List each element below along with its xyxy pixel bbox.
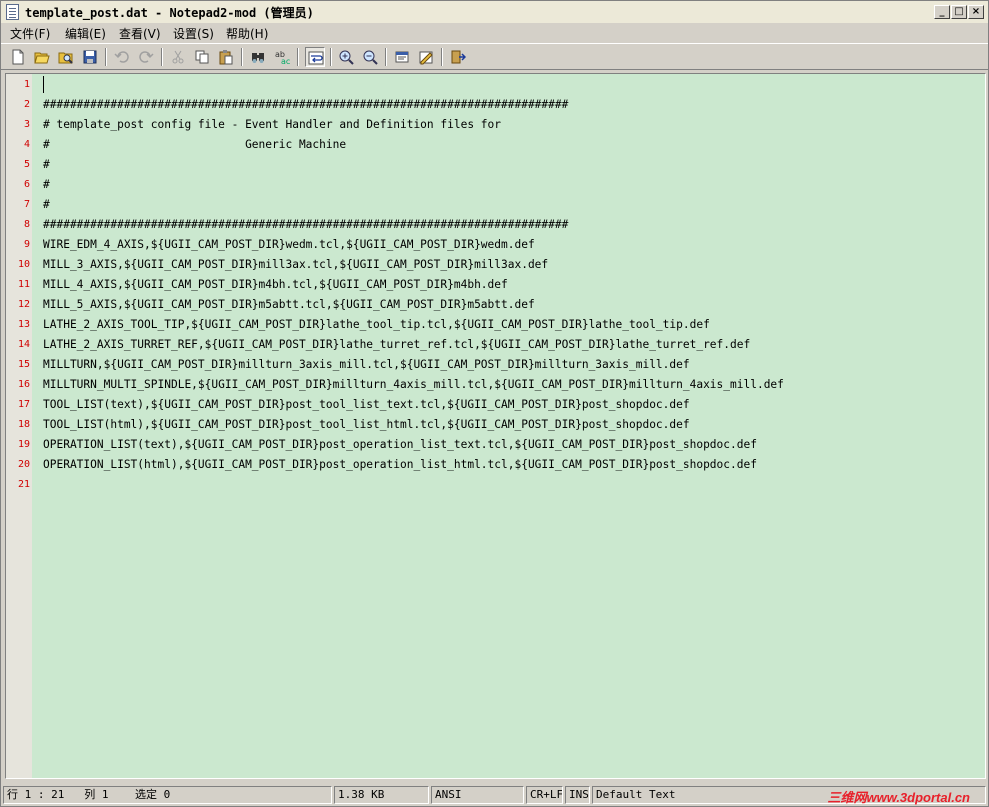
code-line[interactable]: MILL_3_AXIS,${UGII_CAM_POST_DIR}mill3ax.… bbox=[43, 258, 548, 271]
code-line[interactable]: # template_post config file - Event Hand… bbox=[43, 118, 501, 131]
code-line[interactable]: OPERATION_LIST(html),${UGII_CAM_POST_DIR… bbox=[43, 458, 757, 471]
line-number: 8 bbox=[23, 219, 30, 230]
line-number: 4 bbox=[23, 139, 30, 150]
line-number: 12 bbox=[17, 299, 30, 310]
line-number: 11 bbox=[17, 279, 30, 290]
select-scheme-icon[interactable] bbox=[392, 47, 412, 67]
code-line[interactable]: LATHE_2_AXIS_TOOL_TIP,${UGII_CAM_POST_DI… bbox=[43, 318, 710, 331]
cut-icon[interactable] bbox=[168, 47, 188, 67]
undo-icon[interactable] bbox=[112, 47, 132, 67]
code-line[interactable]: MILL_4_AXIS,${UGII_CAM_POST_DIR}m4bh.tcl… bbox=[43, 278, 508, 291]
redo-icon[interactable] bbox=[136, 47, 156, 67]
code-line[interactable]: LATHE_2_AXIS_TURRET_REF,${UGII_CAM_POST_… bbox=[43, 338, 750, 351]
minimize-button[interactable]: _ bbox=[934, 5, 950, 19]
notepad2-window: template_post.dat - Notepad2-mod (管理员) _… bbox=[0, 0, 989, 807]
zoom-in-icon[interactable] bbox=[336, 47, 356, 67]
text-editor[interactable]: 1 2 3 4 5 6 7 8 9 10 11 12 13 14 15 16 1… bbox=[5, 73, 986, 779]
code-line[interactable]: MILL_5_AXIS,${UGII_CAM_POST_DIR}m5abtt.t… bbox=[43, 298, 535, 311]
code-line[interactable]: ########################################… bbox=[43, 98, 568, 111]
title-bar[interactable]: template_post.dat - Notepad2-mod (管理员) _… bbox=[1, 1, 988, 24]
copy-icon[interactable] bbox=[192, 47, 212, 67]
menu-file[interactable]: 文件(F) bbox=[10, 25, 50, 42]
notepad-app-icon[interactable] bbox=[6, 4, 19, 20]
menu-bar: 文件(F) 编辑(E) 查看(V) 设置(S) 帮助(H) bbox=[1, 23, 988, 42]
toolbar-separator bbox=[441, 48, 443, 66]
toolbar-separator bbox=[385, 48, 387, 66]
menu-help[interactable]: 帮助(H) bbox=[226, 25, 268, 42]
line-number: 1 bbox=[23, 79, 30, 90]
find-icon[interactable] bbox=[248, 47, 268, 67]
code-line[interactable]: MILLTURN,${UGII_CAM_POST_DIR}millturn_3a… bbox=[43, 358, 690, 371]
code-line[interactable]: WIRE_EDM_4_AXIS,${UGII_CAM_POST_DIR}wedm… bbox=[43, 238, 535, 251]
line-number: 2 bbox=[23, 99, 30, 110]
line-number: 21 bbox=[17, 479, 30, 490]
word-wrap-icon[interactable] bbox=[305, 47, 325, 67]
code-line[interactable]: MILLTURN_MULTI_SPINDLE,${UGII_CAM_POST_D… bbox=[43, 378, 784, 391]
line-number: 14 bbox=[17, 339, 30, 350]
window-title: template_post.dat - Notepad2-mod (管理员) bbox=[25, 6, 314, 20]
toolbar-separator bbox=[330, 48, 332, 66]
text-caret bbox=[43, 76, 44, 93]
code-line[interactable]: # bbox=[43, 158, 50, 171]
status-position: 行 1 : 21 列 1 选定 0 bbox=[3, 786, 332, 804]
open-icon[interactable] bbox=[32, 47, 52, 67]
menu-edit[interactable]: 编辑(E) bbox=[65, 25, 106, 42]
line-number-gutter: 1 2 3 4 5 6 7 8 9 10 11 12 13 14 15 16 1… bbox=[6, 74, 32, 778]
line-number: 15 bbox=[17, 359, 30, 370]
close-button[interactable]: × bbox=[968, 5, 984, 19]
status-insert-mode[interactable]: INS bbox=[565, 786, 590, 804]
code-line[interactable]: # bbox=[43, 198, 50, 211]
line-number: 10 bbox=[17, 259, 30, 270]
line-number: 16 bbox=[17, 379, 30, 390]
maximize-button[interactable]: □ bbox=[951, 5, 967, 19]
replace-icon[interactable]: ab ac bbox=[272, 47, 292, 67]
toolbar: ab ac bbox=[1, 43, 988, 70]
svg-text:ac: ac bbox=[281, 57, 290, 65]
code-line[interactable]: # Generic Machine bbox=[43, 138, 346, 151]
code-line[interactable]: ########################################… bbox=[43, 218, 568, 231]
line-number: 13 bbox=[17, 319, 30, 330]
code-line[interactable]: # bbox=[43, 178, 50, 191]
line-number: 7 bbox=[23, 199, 30, 210]
line-number: 17 bbox=[17, 399, 30, 410]
customize-scheme-icon[interactable] bbox=[416, 47, 436, 67]
toolbar-separator bbox=[161, 48, 163, 66]
toolbar-separator bbox=[241, 48, 243, 66]
browse-icon[interactable] bbox=[56, 47, 76, 67]
status-line-ending[interactable]: CR+LF bbox=[526, 786, 563, 804]
code-line[interactable]: TOOL_LIST(text),${UGII_CAM_POST_DIR}post… bbox=[43, 398, 690, 411]
toolbar-separator bbox=[105, 48, 107, 66]
line-number: 19 bbox=[17, 439, 30, 450]
zoom-out-icon[interactable] bbox=[360, 47, 380, 67]
menu-view[interactable]: 查看(V) bbox=[119, 25, 161, 42]
toolbar-separator bbox=[297, 48, 299, 66]
new-icon[interactable] bbox=[8, 47, 28, 67]
watermark-logo: 三维网www.3dportal.cn bbox=[827, 790, 970, 805]
line-number: 20 bbox=[17, 459, 30, 470]
line-number: 18 bbox=[17, 419, 30, 430]
line-number: 6 bbox=[23, 179, 30, 190]
exit-icon[interactable] bbox=[448, 47, 468, 67]
code-line[interactable]: OPERATION_LIST(text),${UGII_CAM_POST_DIR… bbox=[43, 438, 757, 451]
save-icon[interactable] bbox=[80, 47, 100, 67]
line-number: 5 bbox=[23, 159, 30, 170]
status-file-size: 1.38 KB bbox=[334, 786, 429, 804]
menu-settings[interactable]: 设置(S) bbox=[173, 25, 214, 42]
paste-icon[interactable] bbox=[216, 47, 236, 67]
code-line[interactable]: TOOL_LIST(html),${UGII_CAM_POST_DIR}post… bbox=[43, 418, 690, 431]
status-bar: 行 1 : 21 列 1 选定 0 1.38 KB ANSI CR+LF INS… bbox=[1, 783, 988, 806]
line-number: 3 bbox=[23, 119, 30, 130]
line-number: 9 bbox=[23, 239, 30, 250]
status-encoding[interactable]: ANSI bbox=[431, 786, 524, 804]
